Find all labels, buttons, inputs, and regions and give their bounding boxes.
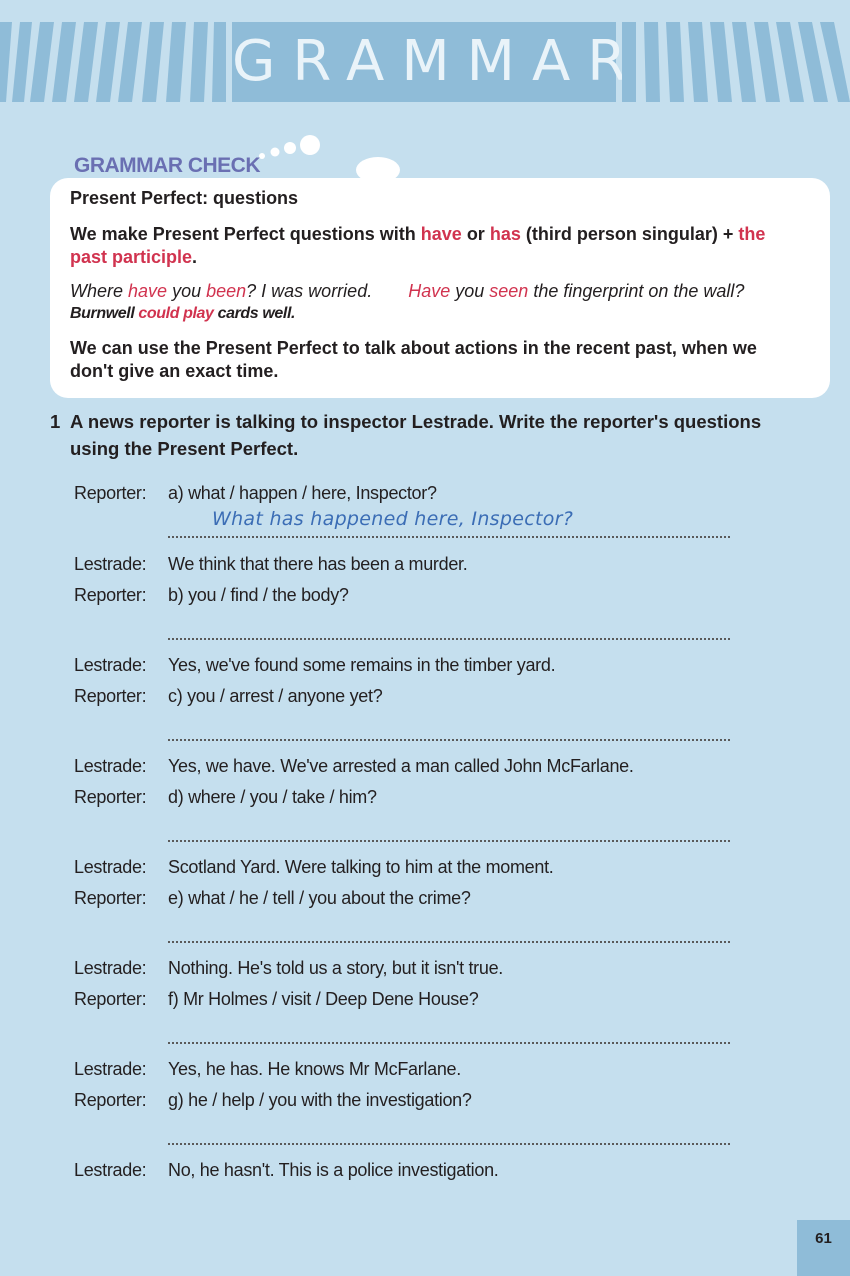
line-text: f) Mr Holmes / visit / Deep Dene House?: [168, 989, 479, 1009]
dialog-line: Lestrade: Yes, we've found some remains i…: [74, 650, 556, 680]
answer-line-b[interactable]: [168, 610, 730, 640]
highlight-have: have: [420, 224, 462, 244]
example-text: the fingerprint on the wall?: [528, 281, 745, 301]
line-text: b) you / find / the body?: [168, 585, 349, 605]
line-text: a) what / happen / here, Inspector?: [168, 483, 437, 503]
example-1: Where have you been? I was worried.: [70, 279, 372, 303]
banner-left-stripes: [0, 22, 232, 102]
line-text: Yes, he has. He knows Mr McFarlane.: [168, 1059, 461, 1079]
answer-line-f[interactable]: [168, 1014, 730, 1044]
grammar-rule-1: We make Present Perfect questions with h…: [70, 223, 790, 269]
highlight-have: Have: [408, 281, 451, 301]
example-text: Burnwell: [70, 305, 139, 322]
dialog-line: Lestrade: No, he hasn't. This is a police…: [74, 1155, 499, 1185]
highlight-been: been: [206, 281, 247, 301]
speaker-label: Reporter:: [74, 585, 147, 605]
highlight-could-play: could play: [138, 305, 214, 322]
line-text: No, he hasn't. This is a police investig…: [168, 1160, 499, 1180]
dialog-line: Lestrade: Scotland Yard. Were talking to …: [74, 852, 554, 882]
speaker-label: Reporter:: [74, 888, 147, 908]
example-text: Where: [70, 281, 129, 301]
grammar-box-content: Present Perfect: questions We make Prese…: [70, 188, 790, 393]
rule-text: We make Present Perfect questions with: [70, 224, 421, 244]
speaker-label: Lestrade:: [74, 554, 147, 574]
line-text: We think that there has been a murder.: [168, 554, 468, 574]
speaker-label: Reporter:: [74, 787, 147, 807]
dialog-line: Lestrade: Nothing. He's told us a story, …: [74, 953, 503, 983]
exercise-number: 1: [50, 411, 61, 432]
grammar-box-title: Present Perfect: questions: [70, 188, 299, 208]
speaker-label: Lestrade:: [74, 1160, 147, 1180]
speaker-label: Lestrade:: [74, 1059, 147, 1079]
line-text: e) what / he / tell / you about the crim…: [168, 888, 471, 908]
thought-bubbles-icon: [259, 135, 400, 178]
speaker-label: Lestrade:: [74, 655, 147, 675]
example-text: cards well.: [213, 305, 296, 322]
grammar-rule-2: We can use the Present Perfect to talk a…: [70, 338, 757, 381]
example-text: ? I was worried.: [246, 281, 373, 301]
banner-title: GRAMMAR: [232, 22, 626, 102]
dialog-line: Lestrade: We think that there has been a …: [74, 549, 468, 579]
speaker-label: Reporter:: [74, 989, 147, 1009]
dialog-line: Lestrade: Yes, he has. He knows Mr McFarl…: [74, 1054, 461, 1084]
dialog-line: Reporter: b) you / find / the body?: [74, 580, 349, 610]
exercise-instruction: 1 A news reporter is talking to inspecto…: [50, 408, 790, 462]
dialog-line: Reporter: e) what / he / tell / you about…: [74, 883, 471, 913]
answer-line-a[interactable]: What has happened here, Inspector?: [168, 508, 730, 538]
answer-line-e[interactable]: [168, 913, 730, 943]
dialog-line: Reporter: f) Mr Holmes / visit / Deep Den…: [74, 984, 479, 1014]
exercise-instruction-text: A news reporter is talking to inspector …: [70, 411, 762, 459]
line-text: c) you / arrest / anyone yet?: [168, 686, 383, 706]
rule-text: (third person singular) +: [520, 224, 739, 244]
highlight-seen: seen: [489, 281, 529, 301]
example-2: Have you seen the fingerprint on the wal…: [408, 279, 744, 303]
line-text: g) he / help / you with the investigatio…: [168, 1090, 472, 1110]
line-text: d) where / you / take / him?: [168, 787, 377, 807]
speaker-label: Lestrade:: [74, 756, 147, 776]
example-row: Where have you been? I was worried. Have…: [70, 279, 790, 303]
dialog-line: Reporter: d) where / you / take / him?: [74, 782, 377, 812]
speaker-label: Reporter:: [74, 686, 147, 706]
page-number: 61: [797, 1220, 850, 1276]
line-text: Yes, we have. We've arrested a man calle…: [168, 756, 634, 776]
highlight-have: have: [128, 281, 168, 301]
line-text: Scotland Yard. Were talking to him at th…: [168, 857, 554, 877]
rule-text: .: [192, 247, 198, 267]
example-text: you: [450, 281, 490, 301]
speaker-label: Reporter:: [74, 483, 147, 503]
speaker-label: Lestrade:: [74, 857, 147, 877]
handwritten-answer: What has happened here, Inspector?: [212, 508, 574, 530]
answer-line-c[interactable]: [168, 711, 730, 741]
grammar-check-heading: GRAMMAR CHECK: [74, 154, 261, 177]
line-text: Nothing. He's told us a story, but it is…: [168, 958, 503, 978]
example-text: you: [167, 281, 207, 301]
answer-line-g[interactable]: [168, 1115, 730, 1145]
example-3: Burnwell could play cards well.: [70, 303, 790, 325]
dialog-line: Reporter: g) he / help / you with the inv…: [74, 1085, 472, 1115]
banner-right-stripes: [622, 22, 850, 102]
dialog-line: Reporter: c) you / arrest / anyone yet?: [74, 681, 383, 711]
rule-text: or: [461, 224, 490, 244]
speaker-label: Lestrade:: [74, 958, 147, 978]
speaker-label: Reporter:: [74, 1090, 147, 1110]
dialog-line: Lestrade: Yes, we have. We've arrested a …: [74, 751, 634, 781]
answer-line-d[interactable]: [168, 812, 730, 842]
highlight-has: has: [489, 224, 521, 244]
dialog-line: Reporter: a) what / happen / here, Inspec…: [74, 478, 437, 508]
line-text: Yes, we've found some remains in the tim…: [168, 655, 556, 675]
